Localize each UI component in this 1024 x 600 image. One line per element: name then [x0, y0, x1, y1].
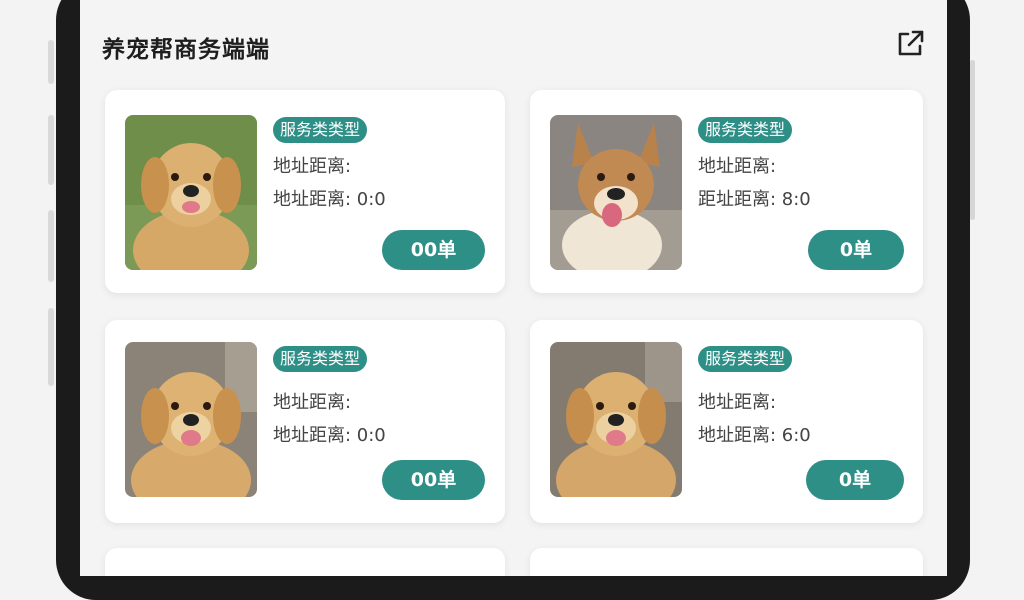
- address-distance-label: 地址距离:: [273, 392, 352, 413]
- app-header: 养宠帮商务端端: [80, 0, 947, 84]
- address-distance-label: 地址距离:: [698, 392, 777, 413]
- address-distance-label: 地址距离:: [273, 156, 352, 177]
- service-type-tag: 服务类类型: [698, 117, 793, 143]
- service-type-tag: 服务类类型: [273, 346, 368, 372]
- order-count-button[interactable]: 00单: [382, 460, 485, 500]
- app-screen: 养宠帮商务端端 服务类类型 地址距离: 地址距离: 0:0 00单 服务类类型 …: [80, 0, 947, 576]
- order-count-button[interactable]: 00单: [382, 230, 485, 270]
- address-distance-label: 地址距离:: [698, 156, 777, 177]
- service-card-partial[interactable]: [105, 548, 505, 576]
- pet-photo: [125, 115, 257, 270]
- pet-photo: [550, 342, 682, 497]
- service-card[interactable]: 服务类类型 地址距离: 距址距离: 8:0 0单: [530, 90, 923, 293]
- order-count-button[interactable]: 0单: [808, 230, 904, 270]
- power-button: [970, 60, 975, 220]
- side-button: [48, 210, 54, 282]
- side-button: [48, 308, 54, 386]
- pet-photo: [125, 342, 257, 497]
- pet-photo: [550, 115, 682, 270]
- page-title: 养宠帮商务端端: [102, 37, 270, 63]
- address-distance-value: 地址距离: 0:0: [273, 425, 386, 446]
- service-type-tag: 服务类类型: [698, 346, 793, 372]
- side-button: [48, 40, 54, 84]
- service-card[interactable]: 服务类类型 地址距离: 地址距离: 6:0 0单: [530, 320, 923, 523]
- order-count-button[interactable]: 0单: [806, 460, 904, 500]
- side-button: [48, 115, 54, 185]
- address-distance-value: 地址距离: 6:0: [698, 425, 811, 446]
- external-link-icon[interactable]: [894, 26, 928, 60]
- service-card[interactable]: 服务类类型 地址距离: 地址距离: 0:0 00单: [105, 90, 505, 293]
- address-distance-value: 地址距离: 0:0: [273, 189, 386, 210]
- address-distance-value: 距址距离: 8:0: [698, 189, 811, 210]
- service-card-partial[interactable]: [530, 548, 923, 576]
- service-card[interactable]: 服务类类型 地址距离: 地址距离: 0:0 00单: [105, 320, 505, 523]
- service-type-tag: 服务类类型: [273, 117, 368, 143]
